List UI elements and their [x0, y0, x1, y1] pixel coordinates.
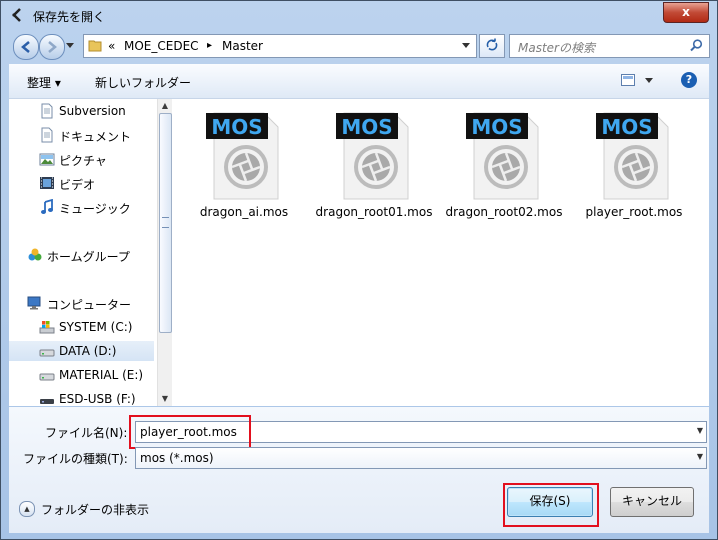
close-button[interactable]: x: [663, 2, 709, 23]
sidebar-item-data-d[interactable]: DATA (D:): [9, 341, 154, 361]
refresh-icon: [486, 38, 498, 51]
sidebar-item-videos[interactable]: ビデオ: [9, 173, 154, 193]
filetype-label: ファイルの種類(T):: [23, 452, 128, 466]
mos-file-icon: MOS: [206, 112, 279, 200]
filename-dropdown-icon[interactable]: ▼: [697, 426, 703, 435]
drive-icon: [39, 373, 55, 381]
computer-icon: [27, 296, 41, 310]
save-dialog: 保存先を開く x « MOE_CEDEC ▸ Master Masterの検索 …: [0, 0, 718, 540]
filetype-dropdown-icon[interactable]: ▼: [697, 452, 703, 461]
app-icon: [12, 8, 21, 22]
mos-badge-text: MOS: [341, 115, 392, 139]
file-name: dragon_ai.mos: [199, 205, 289, 219]
picture-icon: [39, 153, 55, 166]
sidebar-item-homegroup[interactable]: ホームグループ: [9, 245, 154, 265]
history-dropdown-icon[interactable]: [66, 43, 74, 49]
homegroup-icon: [28, 248, 42, 261]
file-item-player-root[interactable]: MOS player_root.mos: [572, 111, 696, 241]
scroll-grip-icon: [162, 217, 169, 228]
drive-icon: [39, 349, 55, 357]
view-options-button[interactable]: [621, 72, 655, 90]
window-title: 保存先を開く: [33, 10, 106, 24]
organize-button[interactable]: 整理 ▾: [27, 74, 61, 91]
sidebar-item-computer[interactable]: コンピューター: [9, 293, 154, 313]
navigation-pane: Subversion ドキュメント ピクチャ ビデオ ミュージック ホームグルー…: [9, 99, 172, 406]
address-segment-master[interactable]: Master: [222, 39, 263, 53]
file-name: player_root.mos: [585, 205, 683, 219]
address-segment-moe-cedec[interactable]: MOE_CEDEC: [124, 39, 199, 53]
save-button[interactable]: 保存(S): [507, 487, 593, 517]
sidebar-item-subversion[interactable]: Subversion: [9, 101, 154, 121]
address-dropdown-icon[interactable]: [462, 43, 470, 49]
file-item-dragon-root02[interactable]: MOS dragon_root02.mos: [442, 111, 566, 241]
document-icon: [41, 103, 53, 119]
cancel-button[interactable]: キャンセル: [610, 487, 694, 517]
forward-button[interactable]: [39, 34, 65, 60]
document-icon: [41, 127, 53, 143]
search-icon[interactable]: [690, 39, 703, 52]
filename-highlight: [129, 415, 251, 449]
usb-drive-icon: [40, 399, 54, 404]
address-bar[interactable]: « MOE_CEDEC ▸ Master: [83, 34, 477, 58]
mos-file-icon: MOS: [336, 112, 409, 200]
address-separator[interactable]: ▸: [207, 40, 212, 51]
sidebar-item-pictures[interactable]: ピクチャ: [9, 149, 154, 169]
file-name: dragon_root02.mos: [445, 205, 563, 219]
sidebar-item-material-e[interactable]: MATERIAL (E:): [9, 365, 154, 385]
back-button[interactable]: [13, 34, 39, 60]
video-icon: [40, 177, 54, 189]
folder-icon: [88, 40, 102, 52]
save-form: ファイル名(N): player_root.mos ▼ ファイルの種類(T): …: [9, 407, 709, 533]
mos-badge-text: MOS: [601, 115, 652, 139]
help-icon[interactable]: ?: [681, 72, 697, 88]
mos-file-icon: MOS: [466, 112, 539, 200]
filetype-select[interactable]: mos (*.mos) ▼: [135, 447, 707, 469]
mos-badge-text: MOS: [211, 115, 262, 139]
view-icon: [621, 74, 635, 86]
filetype-value: mos (*.mos): [140, 451, 214, 465]
sidebar-item-documents[interactable]: ドキュメント: [9, 125, 154, 145]
scroll-up-icon[interactable]: ▲: [158, 99, 172, 113]
mos-badge-text: MOS: [471, 115, 522, 139]
new-folder-button[interactable]: 新しいフォルダー: [95, 74, 191, 91]
file-name: dragon_root01.mos: [315, 205, 433, 219]
filename-label: ファイル名(N):: [45, 426, 128, 440]
system-drive-icon: [39, 321, 55, 334]
search-box[interactable]: Masterの検索: [509, 34, 710, 58]
view-dropdown-icon: [645, 78, 653, 83]
search-input[interactable]: Masterの検索: [518, 39, 595, 56]
address-overflow[interactable]: «: [108, 39, 115, 53]
toolbar: 整理 ▾ 新しいフォルダー ?: [9, 64, 709, 99]
scroll-down-icon[interactable]: ▼: [158, 392, 172, 406]
title-bar[interactable]: 保存先を開く x: [1, 1, 717, 29]
sidebar-item-music[interactable]: ミュージック: [9, 197, 154, 217]
sidebar-scrollbar[interactable]: ▲ ▼: [157, 99, 172, 406]
navigation-bar: « MOE_CEDEC ▸ Master Masterの検索: [9, 31, 710, 61]
file-item-dragon-root01[interactable]: MOS dragon_root01.mos: [312, 111, 436, 241]
back-arrow-icon: [21, 41, 30, 53]
scroll-thumb[interactable]: [159, 113, 172, 333]
file-item-dragon-ai[interactable]: MOS dragon_ai.mos: [182, 111, 306, 241]
music-icon: [41, 199, 53, 214]
file-list: MOS dragon_ai.mos MOS dragon_root01.mos: [172, 99, 709, 406]
sidebar-item-system-c[interactable]: SYSTEM (C:): [9, 317, 154, 337]
collapse-up-icon: ▲: [19, 501, 35, 517]
mos-file-icon: MOS: [596, 112, 669, 200]
sidebar-item-esd-usb-f[interactable]: ESD-USB (F:): [9, 389, 154, 409]
refresh-button[interactable]: [479, 34, 505, 58]
forward-arrow-icon: [48, 41, 57, 53]
